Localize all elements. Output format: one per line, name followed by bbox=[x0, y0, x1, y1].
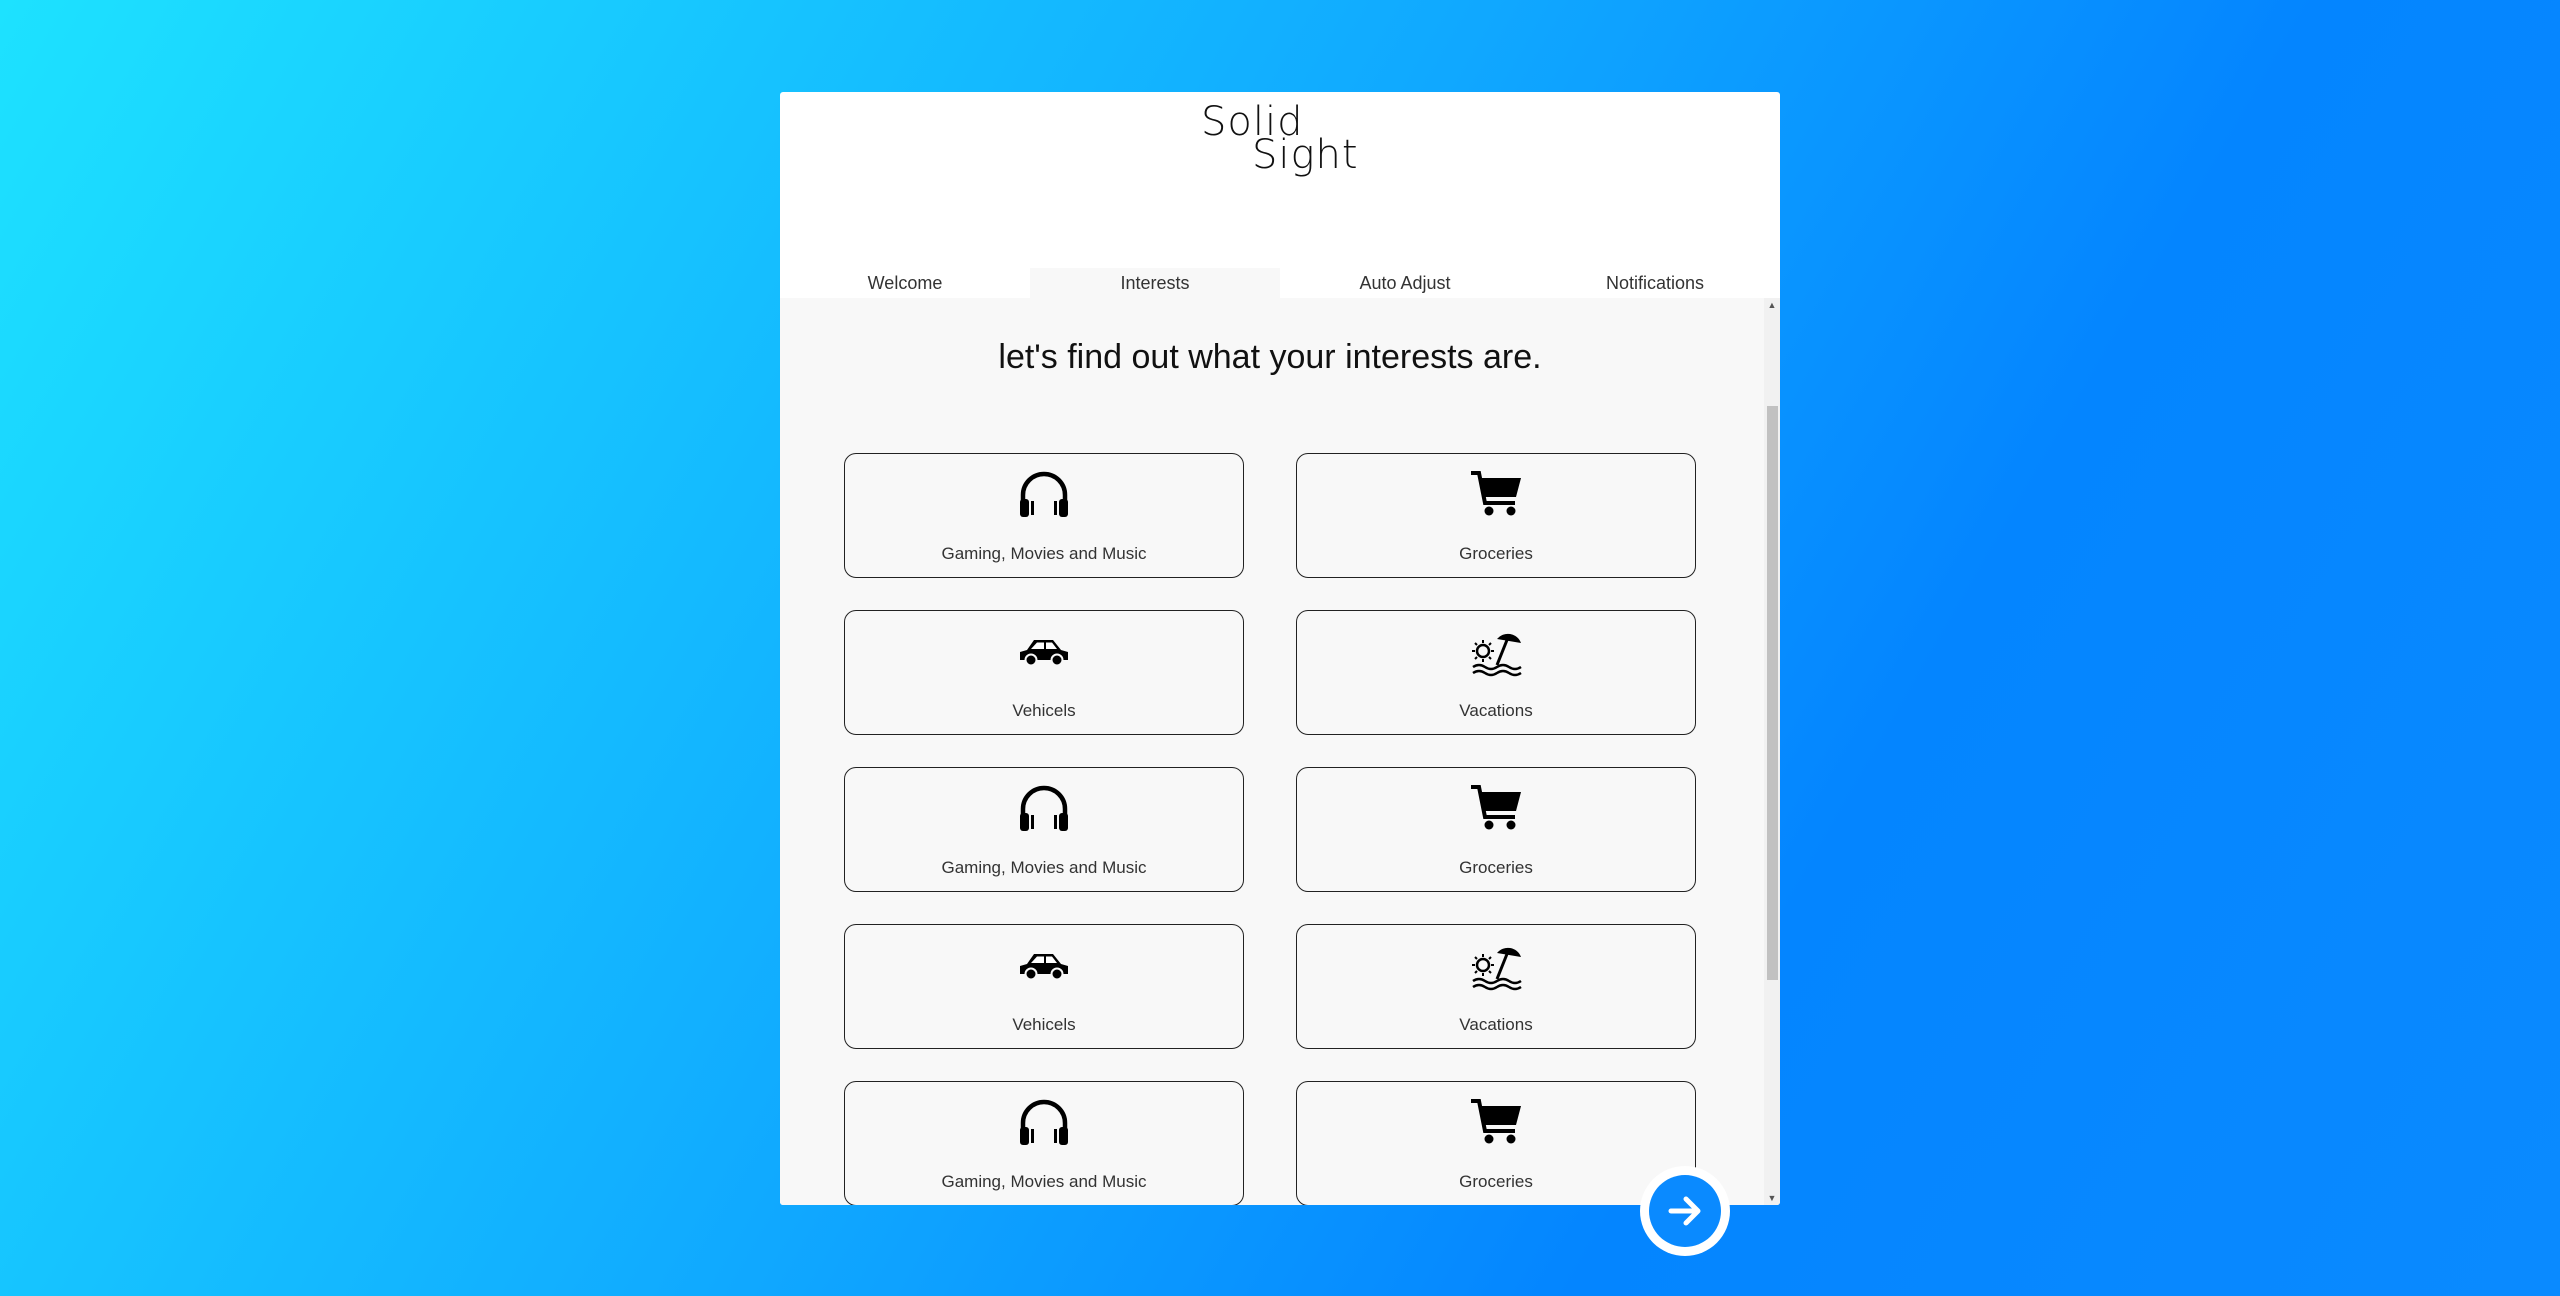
interest-tile-vacations[interactable]: Vacations bbox=[1296, 924, 1696, 1049]
tab-interests[interactable]: Interests bbox=[1030, 268, 1280, 298]
shopping-cart-icon bbox=[1297, 1096, 1695, 1148]
interest-label: Groceries bbox=[1459, 1172, 1533, 1191]
tab-auto-adjust[interactable]: Auto Adjust bbox=[1280, 268, 1530, 298]
interest-label: Groceries bbox=[1459, 858, 1533, 877]
interest-label: Gaming, Movies and Music bbox=[941, 858, 1147, 877]
next-button-inner bbox=[1649, 1175, 1721, 1247]
car-icon bbox=[845, 625, 1243, 677]
interest-label: Vehicels bbox=[1012, 1015, 1076, 1034]
interest-label: Vacations bbox=[1459, 701, 1533, 720]
tab-bar: Welcome Interests Auto Adjust Notificati… bbox=[780, 268, 1780, 298]
arrow-right-icon bbox=[1668, 1196, 1701, 1226]
interest-tile-gaming-movies-music[interactable]: Gaming, Movies and Music bbox=[844, 1081, 1244, 1205]
page-title: let's find out what your interests are. bbox=[998, 338, 1542, 376]
next-button[interactable] bbox=[1640, 1166, 1730, 1256]
interest-tile-groceries[interactable]: Groceries bbox=[1296, 453, 1696, 578]
tab-notifications[interactable]: Notifications bbox=[1530, 268, 1780, 298]
setup-card: Solid Sight Welcome Interests Auto Adjus… bbox=[780, 92, 1780, 1205]
interest-tile-gaming-movies-music[interactable]: Gaming, Movies and Music bbox=[844, 453, 1244, 578]
scroll-up-arrow-icon[interactable]: ▲ bbox=[1764, 298, 1780, 312]
interest-tile-groceries[interactable]: Groceries bbox=[1296, 767, 1696, 892]
scrollbar-thumb[interactable] bbox=[1767, 406, 1778, 980]
logo-text-sight: Sight bbox=[1252, 132, 1359, 178]
interest-label: Vehicels bbox=[1012, 701, 1076, 720]
vertical-scrollbar[interactable]: ▲ ▼ bbox=[1764, 298, 1780, 1205]
interest-label: Groceries bbox=[1459, 544, 1533, 563]
shopping-cart-icon bbox=[1297, 782, 1695, 834]
interest-label: Gaming, Movies and Music bbox=[941, 1172, 1147, 1191]
interest-label: Gaming, Movies and Music bbox=[941, 544, 1147, 563]
interests-panel: let's find out what your interests are. … bbox=[780, 298, 1780, 1205]
interest-tile-gaming-movies-music[interactable]: Gaming, Movies and Music bbox=[844, 767, 1244, 892]
scroll-down-arrow-icon[interactable]: ▼ bbox=[1764, 1191, 1780, 1205]
headphones-icon bbox=[845, 782, 1243, 834]
logo: Solid Sight bbox=[780, 102, 1780, 192]
headphones-icon bbox=[845, 468, 1243, 520]
shopping-cart-icon bbox=[1297, 468, 1695, 520]
interest-tile-vehicels[interactable]: Vehicels bbox=[844, 610, 1244, 735]
beach-umbrella-icon bbox=[1297, 939, 1695, 991]
car-icon bbox=[845, 939, 1243, 991]
interest-tile-vacations[interactable]: Vacations bbox=[1296, 610, 1696, 735]
interest-tile-vehicels[interactable]: Vehicels bbox=[844, 924, 1244, 1049]
beach-umbrella-icon bbox=[1297, 625, 1695, 677]
tab-welcome[interactable]: Welcome bbox=[780, 268, 1030, 298]
headphones-icon bbox=[845, 1096, 1243, 1148]
interest-tile-groceries[interactable]: Groceries bbox=[1296, 1081, 1696, 1205]
interest-label: Vacations bbox=[1459, 1015, 1533, 1034]
